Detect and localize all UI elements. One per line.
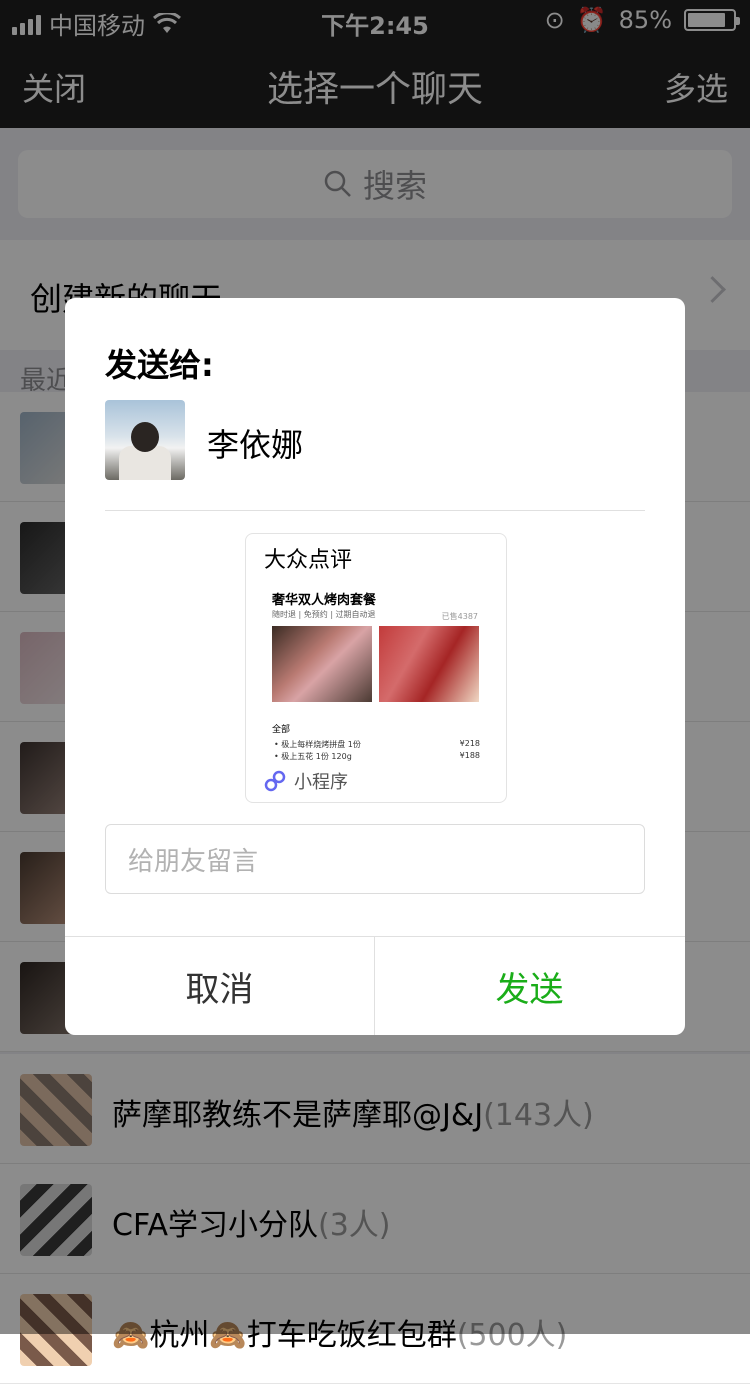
mini-program-label: 小程序 bbox=[294, 772, 348, 793]
recipient-avatar bbox=[105, 400, 185, 480]
menu-item-name: • 极上五花 1份 120g bbox=[274, 752, 352, 761]
recipient-name: 李依娜 bbox=[207, 426, 304, 464]
card-menu-line: • 极上五花 1份 120g ¥188 bbox=[274, 751, 480, 762]
mini-program-icon bbox=[264, 770, 286, 792]
dialog-button-bar: 取消 发送 bbox=[65, 936, 685, 1035]
card-brand: 大众点评 bbox=[264, 548, 353, 573]
card-section-label: 全部 bbox=[272, 725, 291, 735]
mini-program-card: 大众点评 奢华双人烤肉套餐 随时退 | 免预约 | 过期自动退 已售4387 全… bbox=[245, 533, 507, 803]
card-image-beef-slices bbox=[379, 626, 479, 702]
card-menu-line: • 极上每样烧烤拼盘 1份 ¥218 bbox=[274, 739, 480, 750]
card-image-meat-platter bbox=[272, 626, 372, 702]
send-to-label: 发送给: bbox=[105, 346, 214, 384]
menu-item-name: • 极上每样烧烤拼盘 1份 bbox=[274, 740, 361, 749]
menu-item-price: ¥218 bbox=[459, 739, 480, 748]
card-tags: 随时退 | 免预约 | 过期自动退 bbox=[272, 610, 376, 619]
cancel-button[interactable]: 取消 bbox=[65, 937, 375, 1035]
mini-program-badge: 小程序 bbox=[264, 768, 348, 794]
message-input[interactable]: 给朋友留言 bbox=[105, 824, 645, 894]
divider bbox=[105, 510, 645, 511]
message-placeholder: 给朋友留言 bbox=[128, 846, 259, 877]
share-dialog: 发送给: 李依娜 大众点评 奢华双人烤肉套餐 随时退 | 免预约 | 过期自动退… bbox=[65, 298, 685, 1035]
menu-item-price: ¥188 bbox=[459, 751, 480, 760]
card-item-title: 奢华双人烤肉套餐 bbox=[272, 593, 377, 608]
card-sold-count: 已售4387 bbox=[441, 612, 478, 621]
send-button[interactable]: 发送 bbox=[375, 937, 684, 1035]
